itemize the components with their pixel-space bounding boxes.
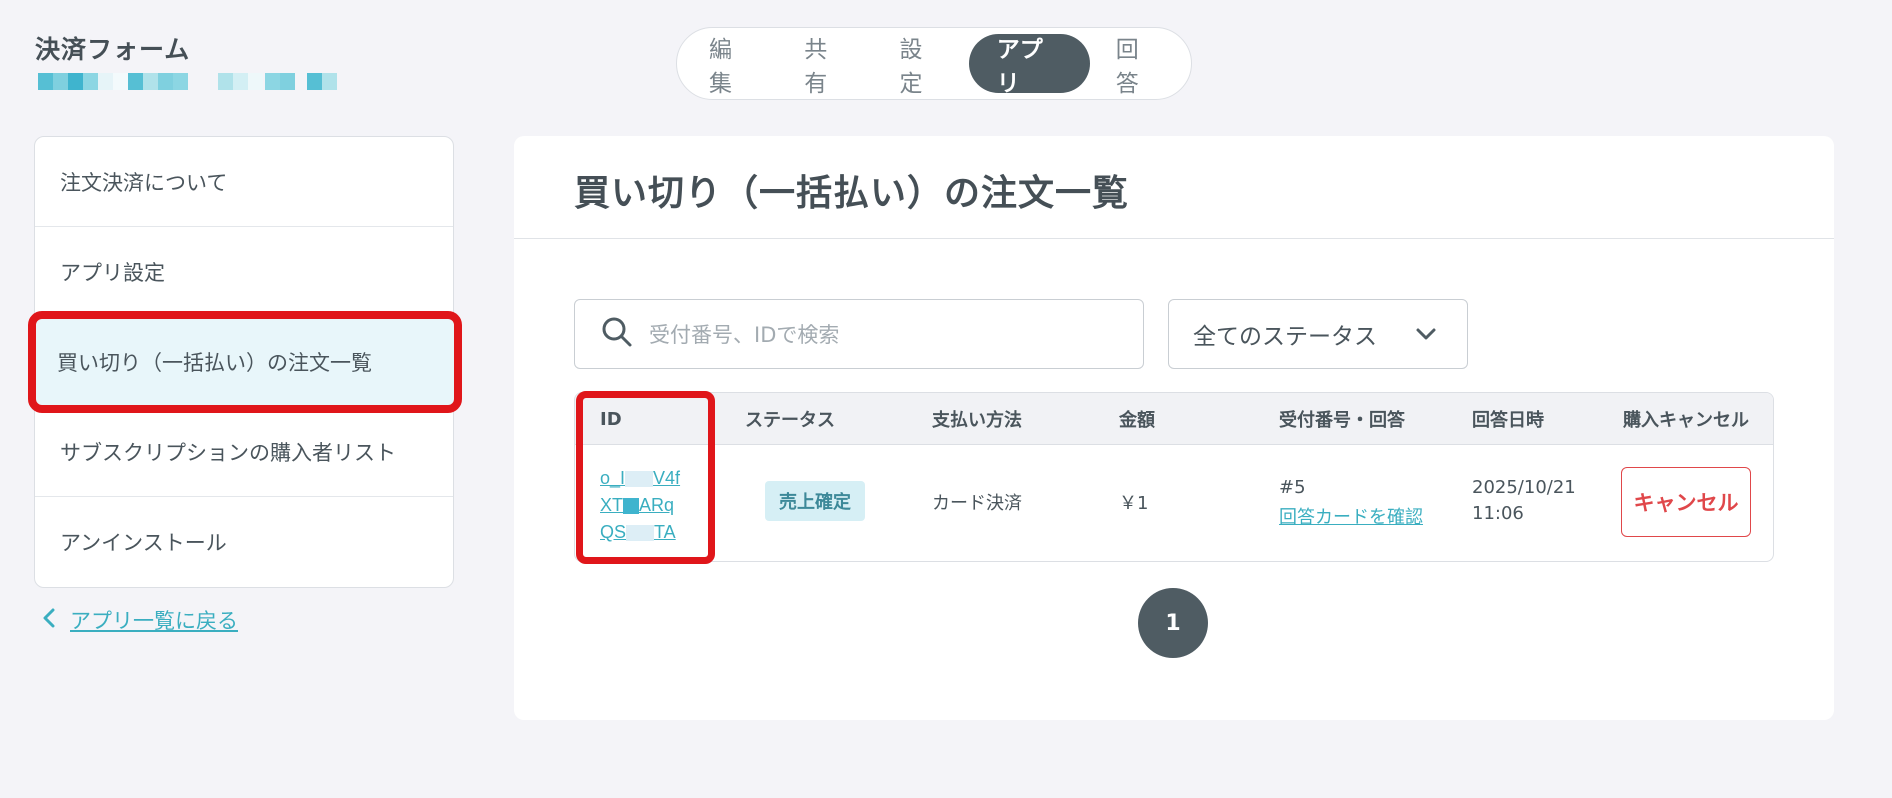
col-cancel: 購入キャンセル [1623, 410, 1749, 431]
sidebar-item-about-payment[interactable]: 注文決済について [35, 137, 453, 227]
cancel-purchase-button[interactable]: キャンセル [1621, 467, 1751, 537]
answer-time: 11:06 [1472, 503, 1524, 524]
form-title: 決済フォーム [35, 35, 191, 64]
title-divider [514, 238, 1834, 239]
sidebar-item-uninstall[interactable]: アンインストール [35, 497, 453, 587]
sidebar-item-subscription-list[interactable]: サブスクリプションの購入者リスト [35, 407, 453, 497]
chevron-down-icon [1415, 322, 1437, 352]
view-answer-card-link[interactable]: 回答カードを確認 [1279, 503, 1423, 529]
top-tab-bar: 編集 共有 設定 アプリ 回答 [676, 27, 1192, 100]
tab-apps[interactable]: アプリ [968, 34, 1090, 97]
amount-cell: ￥1 [1119, 493, 1149, 514]
col-receipt: 受付番号・回答 [1279, 410, 1405, 431]
search-icon [601, 316, 633, 352]
pagination-page-1[interactable]: 1 [1138, 588, 1208, 658]
col-status: ステータス [745, 410, 835, 431]
tab-settings[interactable]: 設定 [874, 34, 969, 97]
col-date: 回答日時 [1472, 410, 1544, 431]
orders-table: ID ステータス 支払い方法 金額 受付番号・回答 回答日時 購入キャンセル o… [574, 392, 1774, 562]
col-amount: 金額 [1119, 410, 1155, 431]
main-panel: 買い切り（一括払い）の注文一覧 受付番号、IDで検索 全てのステータス ID ス… [514, 136, 1834, 720]
tab-edit[interactable]: 編集 [683, 34, 778, 97]
search-placeholder: 受付番号、IDで検索 [649, 323, 840, 347]
sidebar: 注文決済について アプリ設定 買い切り（一括払い）の注文一覧 サブスクリプション… [28, 136, 462, 588]
table-header: ID ステータス 支払い方法 金額 受付番号・回答 回答日時 購入キャンセル [575, 393, 1773, 445]
back-to-apps-link[interactable]: アプリ一覧に戻る [42, 605, 238, 635]
sidebar-item-app-settings[interactable]: アプリ設定 [35, 227, 453, 317]
payment-method-cell: カード決済 [932, 493, 1022, 514]
search-input[interactable]: 受付番号、IDで検索 [574, 299, 1144, 369]
order-id-link[interactable]: o_I V4f XT ARq QS TA [600, 465, 700, 546]
col-id: ID [600, 408, 622, 430]
page-title: 買い切り（一括払い）の注文一覧 [574, 173, 1130, 214]
receipt-number: #5 [1279, 477, 1306, 498]
chevron-left-icon [42, 607, 56, 633]
tab-responses[interactable]: 回答 [1090, 34, 1185, 97]
col-payment-method: 支払い方法 [932, 410, 1022, 431]
status-filter-select[interactable]: 全てのステータス [1168, 299, 1468, 369]
sidebar-item-order-list[interactable]: 買い切り（一括払い）の注文一覧 [28, 311, 462, 413]
back-link-label: アプリ一覧に戻る [70, 609, 238, 633]
form-id-masked [38, 73, 337, 90]
status-filter-value: 全てのステータス [1193, 324, 1377, 350]
answer-date: 2025/10/21 [1472, 477, 1576, 498]
tab-share[interactable]: 共有 [778, 34, 873, 97]
status-badge: 売上確定 [765, 481, 865, 521]
